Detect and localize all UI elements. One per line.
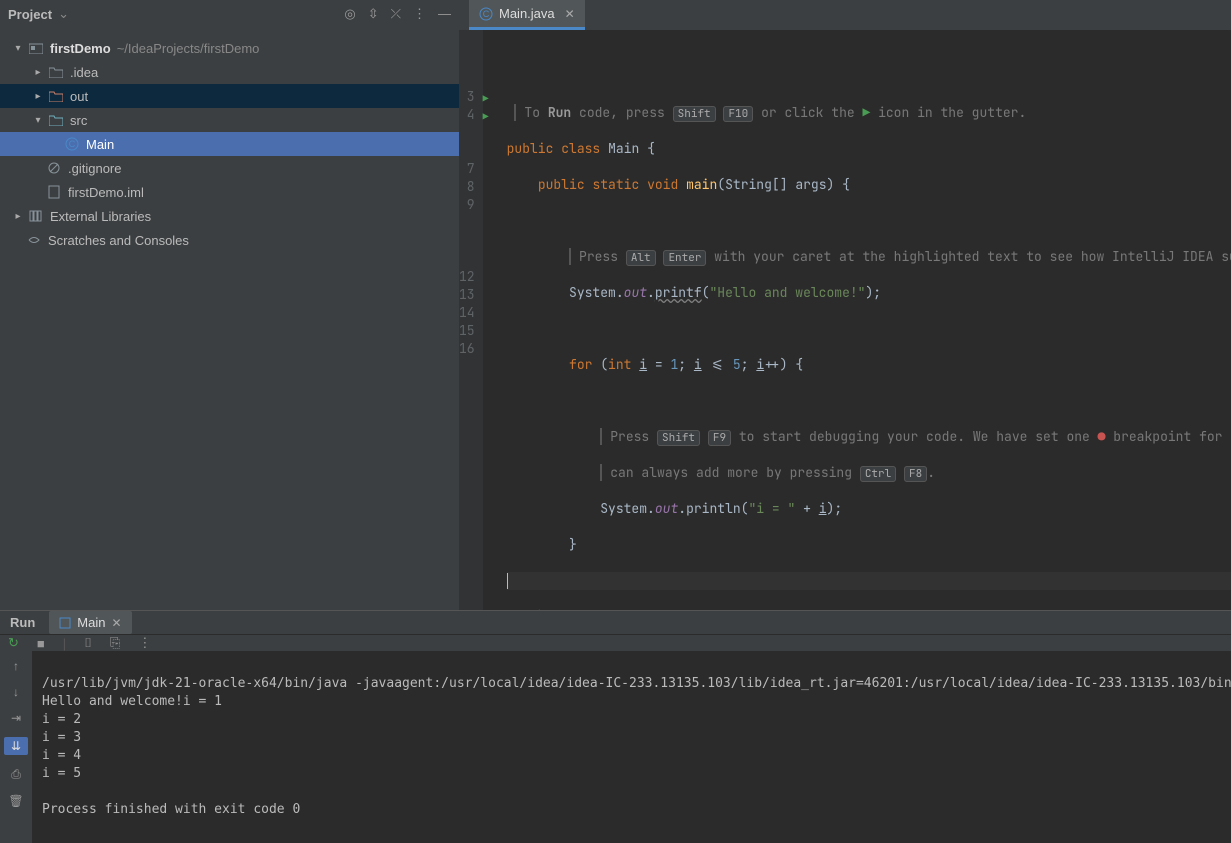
tree-src[interactable]: ▾ src	[0, 108, 459, 132]
code-text[interactable]: To Run code, press Shift F10 or click th…	[483, 30, 1231, 610]
console-output[interactable]: /usr/lib/jvm/jdk-21-oracle-x64/bin/java …	[32, 651, 1231, 843]
more-icon[interactable]: ⋮	[138, 635, 151, 651]
line-number: 12	[459, 268, 475, 286]
down-icon[interactable]: ↓	[13, 685, 19, 699]
chevron-down-icon[interactable]: ▾	[12, 43, 24, 54]
rerun-icon[interactable]: ↻	[8, 635, 19, 651]
line-number: 15	[459, 322, 475, 340]
class-icon: C	[479, 7, 493, 21]
console-line: Hello and welcome!i = 1	[42, 694, 222, 709]
editor-tab-main[interactable]: C Main.java ✕	[469, 0, 585, 30]
hint-alt-enter: Press Alt Enter with your caret at the h…	[507, 248, 1231, 266]
chevron-right-icon[interactable]: ▸	[32, 91, 44, 102]
tree-scratches[interactable]: Scratches and Consoles	[0, 228, 459, 252]
tree-out[interactable]: ▸ out	[0, 84, 459, 108]
expand-icon[interactable]: ⇳	[368, 6, 379, 22]
tree-label: Scratches and Consoles	[48, 233, 189, 248]
tree-iml[interactable]: firstDemo.iml	[0, 180, 459, 204]
svg-text:C: C	[483, 9, 490, 19]
tree-label: Main	[86, 137, 114, 152]
scratch-icon	[26, 233, 42, 247]
library-icon	[28, 210, 44, 222]
trash-icon[interactable]: 🗑	[8, 794, 23, 808]
close-icon[interactable]: ✕	[111, 616, 121, 630]
run-tab-main[interactable]: Main ✕	[49, 611, 131, 634]
project-title: Project	[8, 7, 52, 22]
tree-gitignore[interactable]: .gitignore	[0, 156, 459, 180]
module-icon	[28, 42, 44, 54]
tree-label: firstDemo.iml	[68, 185, 144, 200]
console-line: i = 4	[42, 748, 81, 763]
tree-idea[interactable]: ▸ .idea	[0, 60, 459, 84]
camera-icon[interactable]: ⌷	[84, 635, 92, 651]
console-line: i = 2	[42, 712, 81, 727]
class-icon	[59, 617, 71, 629]
scroll-to-end-icon[interactable]: ⇊	[4, 737, 28, 755]
line-number: 16	[459, 340, 475, 358]
run-side-toolbar: ↑ ↓ ⇥ ⇊ ⎙ 🗑	[0, 651, 32, 843]
exit-icon[interactable]: ⎘	[110, 635, 120, 651]
file-icon	[46, 185, 62, 199]
editor-area: C Main.java ✕ 3▶ 4▶ 7 8 9 12 13	[459, 0, 1231, 610]
console-line: i = 3	[42, 730, 81, 745]
project-sidebar: Project ⌄ ◎ ⇳ ⤫ ⋮ — ▾ firstDemo ~/IdeaPr…	[0, 0, 459, 610]
project-tree: ▾ firstDemo ~/IdeaProjects/firstDemo ▸ .…	[0, 28, 459, 252]
tree-root[interactable]: ▾ firstDemo ~/IdeaProjects/firstDemo	[0, 36, 459, 60]
gutter: 3▶ 4▶ 7 8 9 12 13 14 15 16	[459, 30, 483, 610]
editor-tabbar: C Main.java ✕	[459, 0, 1231, 30]
root-path: ~/IdeaProjects/firstDemo	[117, 41, 260, 56]
tree-label: .gitignore	[68, 161, 121, 176]
run-toolbar: ↻ ■ | ⌷ ⎘ ⋮	[0, 634, 1231, 651]
chevron-down-icon[interactable]: ▾	[32, 115, 44, 126]
line-number: 3▶	[459, 88, 475, 106]
hint-debug: Press Shift F9 to start debugging your c…	[507, 428, 1231, 446]
ignore-icon	[46, 161, 62, 175]
hint-run: To Run code, press Shift F10 or click th…	[507, 104, 1231, 122]
root-name: firstDemo	[50, 41, 111, 56]
stop-icon[interactable]: ■	[37, 636, 45, 651]
console-exit: Process finished with exit code 0	[42, 802, 300, 817]
line-number: 9	[459, 196, 475, 214]
folder-icon	[48, 90, 64, 102]
svg-text:C: C	[69, 139, 76, 149]
code-editor[interactable]: 3▶ 4▶ 7 8 9 12 13 14 15 16 To Run code, …	[459, 30, 1231, 610]
tree-label: External Libraries	[50, 209, 151, 224]
line-number: 4▶	[459, 106, 475, 124]
tree-label: .idea	[70, 65, 98, 80]
wrap-icon[interactable]: ⇥	[11, 711, 21, 725]
chevron-down-icon[interactable]: ⌄	[58, 6, 69, 22]
run-header: Run Main ✕	[0, 611, 1231, 634]
console-line: /usr/lib/jvm/jdk-21-oracle-x64/bin/java …	[42, 676, 1231, 691]
up-icon[interactable]: ↑	[13, 659, 19, 673]
tree-label: out	[70, 89, 88, 104]
current-line	[507, 572, 1231, 590]
class-icon: C	[64, 137, 80, 151]
folder-icon	[48, 114, 64, 126]
console-line: i = 5	[42, 766, 81, 781]
close-icon[interactable]: ✕	[565, 7, 575, 21]
line-number: 7	[459, 160, 475, 178]
target-icon[interactable]: ◎	[344, 6, 355, 22]
tree-label: src	[70, 113, 87, 128]
run-title: Run	[10, 615, 35, 630]
line-number: 8	[459, 178, 475, 196]
tree-main-selected[interactable]: C Main	[0, 132, 459, 156]
chevron-right-icon[interactable]: ▸	[32, 67, 44, 78]
minimize-icon[interactable]: —	[438, 6, 451, 22]
line-number: 14	[459, 304, 475, 322]
chevron-right-icon[interactable]: ▸	[12, 211, 24, 222]
print-icon[interactable]: ⎙	[11, 767, 21, 782]
tree-external[interactable]: ▸ External Libraries	[0, 204, 459, 228]
caret	[507, 573, 508, 589]
tab-label: Main.java	[499, 6, 555, 21]
run-tab-label: Main	[77, 615, 105, 630]
run-panel: Run Main ✕ ↻ ■ | ⌷ ⎘ ⋮ ↑ ↓ ⇥ ⇊ ⎙ 🗑 /usr/…	[0, 610, 1231, 843]
folder-icon	[48, 66, 64, 78]
line-number: 13	[459, 286, 475, 304]
collapse-icon[interactable]: ⤫	[391, 6, 401, 22]
more-icon[interactable]: ⋮	[413, 6, 426, 22]
project-header: Project ⌄ ◎ ⇳ ⤫ ⋮ —	[0, 0, 459, 28]
